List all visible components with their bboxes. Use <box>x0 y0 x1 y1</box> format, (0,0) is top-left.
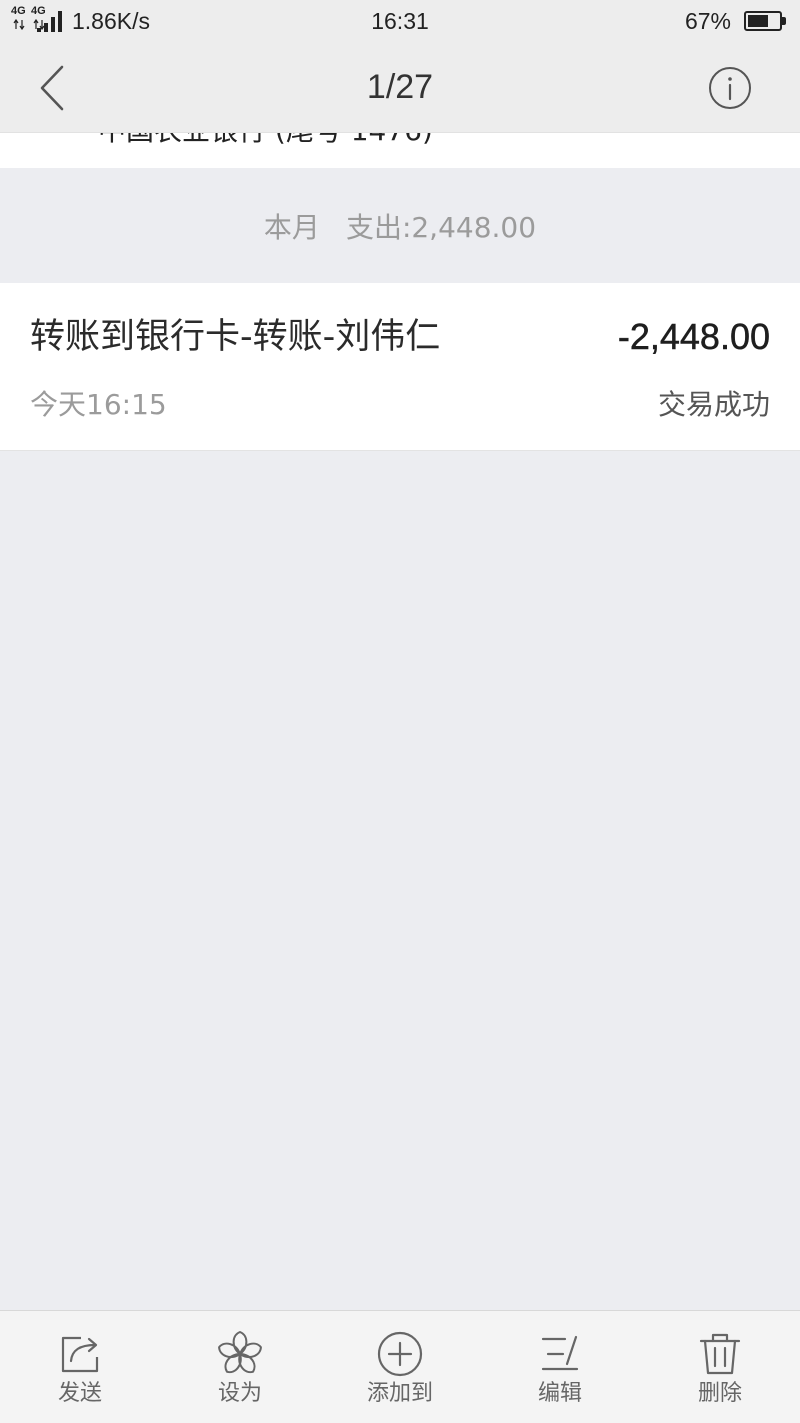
network-speed: 1.86K/s <box>72 8 150 34</box>
phone-screen: 4G 4G 1.86K/s 16:31 67% 1/27 本月 支出:2,448… <box>0 0 800 1423</box>
add-to-button[interactable]: 添加到 <box>320 1311 480 1423</box>
transaction-status: 交易成功 <box>657 388 770 421</box>
summary-expense: 支出:2,448.00 <box>345 210 537 244</box>
battery-percentage: 67% <box>684 8 731 34</box>
network-type-label: 4G <box>11 5 26 17</box>
data-arrows-icon <box>13 19 25 30</box>
transaction-amount: -2,448.00 <box>617 316 771 358</box>
transaction-time: 今天16:15 <box>30 388 167 421</box>
monthly-summary: 本月 支出:2,448.00 <box>0 168 800 283</box>
viewer-header: 1/27 <box>0 42 800 133</box>
delete-button[interactable]: 删除 <box>640 1311 800 1423</box>
send-button[interactable]: 发送 <box>0 1311 160 1423</box>
trash-icon <box>699 1333 741 1375</box>
status-bar: 4G 4G 1.86K/s 16:31 67% <box>0 0 800 42</box>
battery-terminal <box>782 17 786 25</box>
battery-icon <box>744 11 782 31</box>
edit-icon <box>541 1335 579 1371</box>
page-counter: 1/27 <box>366 68 434 106</box>
info-icon <box>709 67 751 109</box>
share-icon <box>61 1336 99 1373</box>
signal-bars-icon <box>37 11 62 32</box>
back-button[interactable] <box>20 42 84 133</box>
add-circle-icon <box>377 1331 423 1377</box>
edit-button[interactable]: 编辑 <box>480 1311 640 1423</box>
set-as-button[interactable]: 设为 <box>160 1311 320 1423</box>
flower-icon <box>218 1331 262 1374</box>
set-as-label: 设为 <box>217 1381 262 1406</box>
chevron-left-icon <box>40 65 64 111</box>
add-to-label: 添加到 <box>366 1381 433 1406</box>
battery-level-fill <box>748 15 769 27</box>
info-button[interactable] <box>700 42 760 133</box>
bottom-toolbar: 发送 设为 添加到 编辑 删除 <box>0 1310 800 1423</box>
summary-period: 本月 <box>263 210 320 244</box>
photo-view[interactable]: 中国农业银行 (尾号 1476) 本月 支出:2,448.00 转账到银行卡-转… <box>0 0 800 1310</box>
delete-label: 删除 <box>697 1381 742 1406</box>
send-label: 发送 <box>57 1381 102 1406</box>
clock: 16:31 <box>371 8 429 34</box>
transaction-title: 转账到银行卡-转账-刘伟仁 <box>30 317 441 357</box>
transaction-row: 转账到银行卡-转账-刘伟仁 -2,448.00 今天16:15 交易成功 <box>0 283 800 451</box>
edit-label: 编辑 <box>537 1381 582 1406</box>
